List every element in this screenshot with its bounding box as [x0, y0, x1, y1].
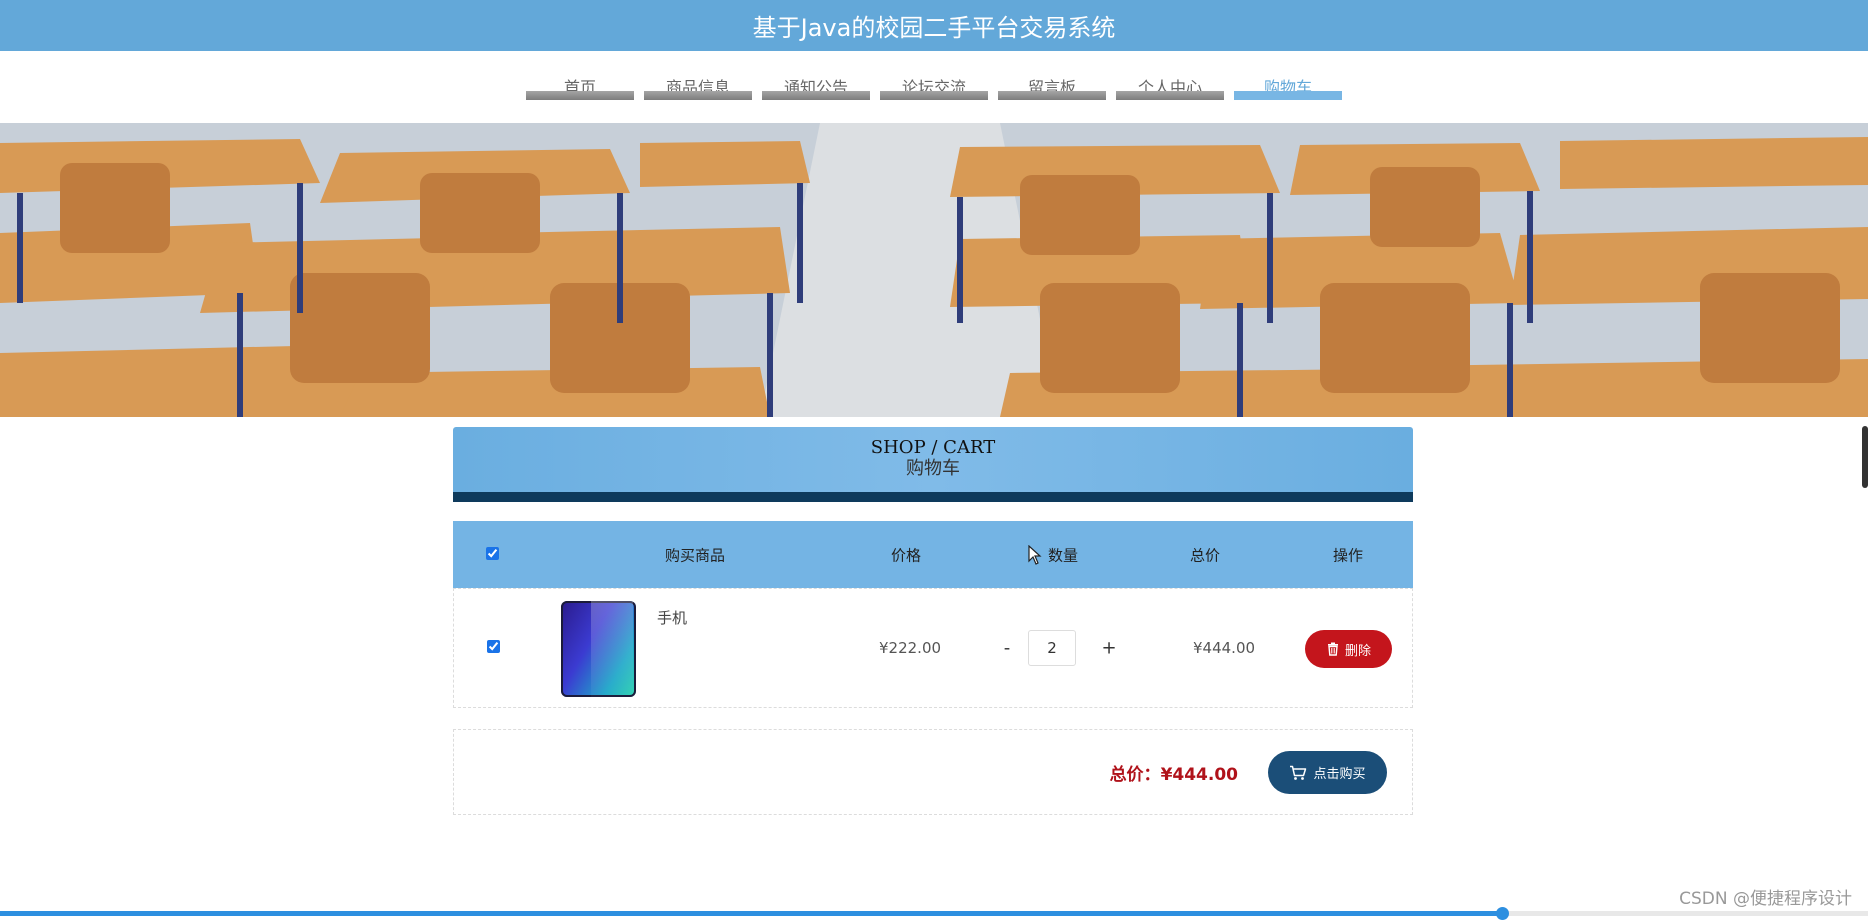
nav-item-profile[interactable]: 个人中心 — [1116, 51, 1224, 100]
watermark: CSDN @便捷程序设计 — [1679, 889, 1852, 909]
buy-button-label: 点击购买 — [1313, 767, 1366, 782]
trash-icon — [1327, 642, 1338, 656]
cart-header-zh: 购物车 — [906, 458, 960, 479]
quantity-decrease-button[interactable]: - — [997, 638, 1017, 659]
nav-item-notices[interactable]: 通知公告 — [762, 51, 870, 100]
col-header-price: 价格 — [891, 546, 922, 564]
site-header: 基于Java的校园二手平台交易系统 — [0, 0, 1868, 51]
col-header-actions: 操作 — [1333, 546, 1364, 564]
delete-button-label: 删除 — [1344, 643, 1371, 659]
nav-item-cart[interactable]: 购物车 — [1234, 51, 1342, 100]
nav-underline — [526, 91, 634, 100]
select-all-checkbox[interactable] — [486, 546, 499, 560]
nav-underline — [644, 91, 752, 100]
nav-underline — [1234, 91, 1342, 100]
quantity-increase-button[interactable]: + — [1099, 638, 1119, 659]
scrollbar-thumb[interactable] — [1862, 426, 1868, 488]
shopping-cart-icon — [1290, 765, 1307, 780]
nav-underline — [880, 91, 988, 100]
nav-item-products[interactable]: 商品信息 — [644, 51, 752, 100]
cart-table-header: 购买商品 价格 数量 总价 操作 — [453, 521, 1413, 588]
cart-summary: 总价：¥444.00 点击购买 — [453, 729, 1413, 815]
progress-knob[interactable] — [1495, 907, 1509, 920]
row-checkbox[interactable] — [487, 640, 500, 653]
banner-image — [0, 123, 1868, 417]
row-select-cell — [487, 639, 500, 657]
classroom-photo-icon — [0, 123, 1868, 417]
item-subtotal: ¥444.00 — [1193, 639, 1256, 657]
col-header-total: 总价 — [1190, 546, 1221, 564]
phone-product-image-icon[interactable] — [561, 601, 636, 697]
table-row: 手机 ¥222.00 - + ¥444.00 删除 — [453, 588, 1413, 708]
col-header-quantity: 数量 — [1048, 546, 1079, 564]
col-header-product: 购买商品 — [665, 546, 726, 564]
total-label: 总价： — [1109, 765, 1161, 785]
video-progress-bar[interactable] — [0, 907, 1868, 920]
cart-section-header: SHOP / CART 购物车 — [453, 427, 1413, 502]
delete-button[interactable]: 删除 — [1305, 630, 1392, 668]
nav-underline — [1116, 91, 1224, 100]
total-value: ¥444.00 — [1160, 765, 1238, 785]
mouse-cursor-icon — [1028, 545, 1042, 565]
product-name[interactable]: 手机 — [657, 607, 687, 628]
buy-button[interactable]: 点击购买 — [1268, 751, 1387, 794]
progress-fill — [0, 911, 1502, 916]
nav-item-home[interactable]: 首页 — [526, 51, 634, 100]
total-price: 总价：¥444.00 — [1110, 760, 1238, 785]
quantity-input[interactable] — [1028, 630, 1076, 666]
site-title: 基于Java的校园二手平台交易系统 — [752, 14, 1116, 42]
nav-underline — [762, 91, 870, 100]
nav-item-forum[interactable]: 论坛交流 — [880, 51, 988, 100]
nav-underline — [998, 91, 1106, 100]
cart-header-en: SHOP / CART — [870, 437, 996, 458]
select-all-cell — [486, 546, 499, 564]
main-nav: 首页 商品信息 通知公告 论坛交流 留言板 个人中心 购物车 — [0, 51, 1868, 123]
nav-item-messages[interactable]: 留言板 — [998, 51, 1106, 100]
item-price: ¥222.00 — [879, 639, 942, 657]
